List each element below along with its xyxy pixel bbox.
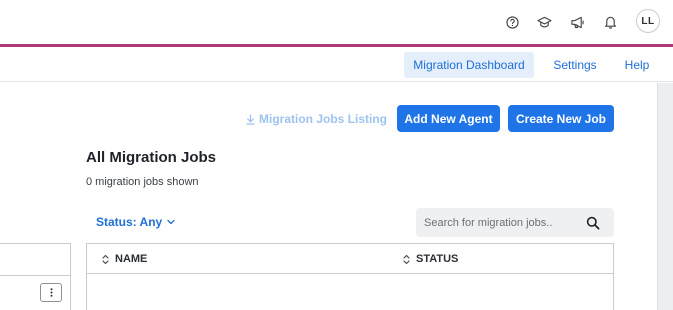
kebab-icon — [50, 288, 52, 297]
graduation-cap-icon[interactable] — [534, 12, 554, 32]
migration-jobs-table: NAME STATUS — [86, 243, 614, 310]
sort-icon — [403, 254, 410, 264]
table-header: NAME STATUS — [87, 244, 613, 274]
side-panel — [0, 243, 71, 310]
download-icon — [246, 113, 255, 125]
nav-settings[interactable]: Settings — [545, 52, 605, 78]
column-label-status: STATUS — [416, 253, 459, 265]
status-filter-label: Status: Any — [96, 215, 163, 229]
sort-icon — [102, 254, 109, 264]
migration-jobs-listing-link[interactable]: Migration Jobs Listing — [246, 110, 387, 128]
nav-migration-dashboard[interactable]: Migration Dashboard — [404, 52, 534, 78]
add-new-agent-button[interactable]: Add New Agent — [397, 105, 500, 132]
listing-link-label: Migration Jobs Listing — [259, 112, 387, 126]
search-box — [416, 208, 614, 237]
secondary-nav: Migration Dashboard Settings Help — [0, 47, 673, 82]
avatar[interactable]: LL — [636, 9, 660, 33]
bell-icon[interactable] — [600, 12, 620, 32]
scrollbar-track[interactable] — [657, 83, 673, 310]
help-circle-icon[interactable] — [502, 12, 522, 32]
create-new-job-button[interactable]: Create New Job — [508, 105, 614, 132]
jobs-count-text: 0 migration jobs shown — [86, 176, 199, 188]
side-panel-divider — [0, 275, 70, 276]
status-filter-dropdown[interactable]: Status: Any — [96, 215, 175, 229]
column-header-name[interactable]: NAME — [102, 253, 147, 265]
nav-help[interactable]: Help — [617, 52, 657, 78]
top-bar: LL — [0, 0, 673, 44]
column-label-name: NAME — [115, 253, 148, 265]
megaphone-icon[interactable] — [567, 12, 587, 32]
search-input[interactable] — [424, 216, 584, 229]
chevron-down-icon — [167, 219, 175, 225]
column-header-status[interactable]: STATUS — [403, 253, 458, 265]
more-options-button[interactable] — [40, 283, 62, 302]
page-title: All Migration Jobs — [86, 149, 217, 166]
search-icon[interactable] — [586, 216, 600, 230]
